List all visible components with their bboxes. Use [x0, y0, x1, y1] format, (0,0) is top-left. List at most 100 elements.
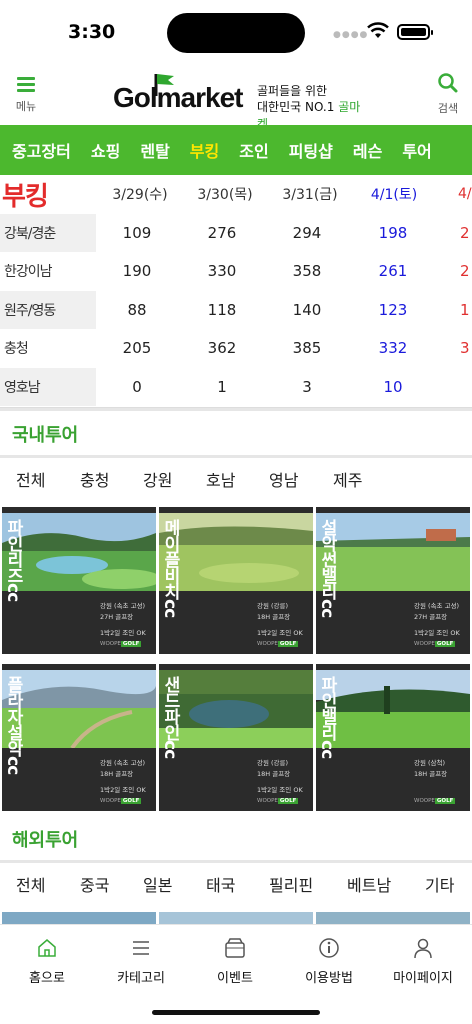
booking-count[interactable]: 362: [182, 339, 262, 357]
tab-etc[interactable]: 기타: [425, 872, 454, 896]
booking-count[interactable]: 261: [353, 262, 433, 280]
tab-all[interactable]: 전체: [16, 872, 45, 896]
tab-china[interactable]: 중국: [80, 872, 109, 896]
booking-count[interactable]: 88: [97, 301, 177, 319]
person-icon: [414, 938, 432, 959]
tab-vietnam[interactable]: 베트남: [347, 872, 391, 896]
booking-count[interactable]: 3: [267, 378, 347, 396]
tab-thailand[interactable]: 태국: [206, 872, 235, 896]
tab-all[interactable]: 전체: [16, 467, 45, 491]
status-bar: 3:30 ●●●●: [0, 0, 472, 66]
nav-label: 이용방법: [305, 971, 353, 986]
booking-count[interactable]: 385: [267, 339, 347, 357]
nav-home[interactable]: 홈으로: [2, 935, 92, 986]
region-name: 강북/경춘: [0, 213, 96, 252]
booking-count[interactable]: 358: [267, 262, 347, 280]
tab-jeju[interactable]: 제주: [333, 467, 362, 491]
tab-japan[interactable]: 일본: [143, 872, 172, 896]
booking-count[interactable]: 190: [97, 262, 177, 280]
date-header[interactable]: 3/30(목): [185, 184, 265, 204]
category-shopping[interactable]: 쇼핑: [91, 138, 120, 162]
tab-philippines[interactable]: 필리핀: [269, 872, 313, 896]
tab-chungcheong[interactable]: 충청: [80, 467, 109, 491]
tour-card[interactable]: 파인밸리cc 강원 (삼척) 18H 골프장 WOOPE GOLF: [316, 664, 470, 811]
menu-label: 메뉴: [15, 100, 37, 113]
booking-count[interactable]: 3: [460, 339, 472, 357]
signal-icon: ●●●●: [333, 30, 369, 40]
booking-row[interactable]: 원주/영동 88 118 140 123 1: [0, 290, 472, 329]
tour-card[interactable]: 샌드파인cc 강원 (강릉) 18H 골프장 1박2일 조인 OK WOOPE GO…: [159, 664, 313, 811]
category-tour[interactable]: 투어: [402, 138, 431, 162]
course-name: 파인리즈cc: [3, 519, 23, 602]
nav-my-page[interactable]: 마이페이지: [378, 935, 468, 986]
booking-count[interactable]: 294: [267, 224, 347, 242]
booking-count[interactable]: 0: [97, 378, 177, 396]
nav-event[interactable]: 이벤트: [190, 935, 280, 986]
tab-gangwon[interactable]: 강원: [143, 467, 172, 491]
date-header[interactable]: 4/: [438, 186, 472, 202]
booking-count[interactable]: 1: [460, 301, 472, 319]
woope-golf-logo: WOOPE GOLF: [257, 641, 299, 647]
woope-golf-logo: WOOPE GOLF: [100, 641, 142, 647]
nav-how-to-use[interactable]: 이용방법: [284, 935, 374, 986]
woope-golf-logo: WOOPE GOLF: [100, 798, 142, 804]
nav-category[interactable]: 카테고리: [96, 935, 186, 986]
course-name: 파인밸리cc: [317, 676, 337, 759]
tab-honam[interactable]: 호남: [206, 467, 235, 491]
overseas-card-peek[interactable]: [316, 912, 470, 924]
booking-count[interactable]: 330: [182, 262, 262, 280]
booking-table: 부킹 3/29(수) 3/30(목) 3/31(금) 4/1(토) 4/ 강북/…: [0, 175, 472, 408]
search-button[interactable]: 검색: [432, 72, 464, 116]
category-used-market[interactable]: 중고장터: [12, 138, 71, 162]
date-header[interactable]: 4/1(토): [354, 184, 434, 204]
booking-row[interactable]: 한강이남 190 330 358 261 2: [0, 252, 472, 291]
overseas-card-peek[interactable]: [2, 912, 156, 924]
tour-card[interactable]: 설악썬밸리cc 강원 (속초 고성) 27H 골프장 1박2일 조인 OK WOO…: [316, 507, 470, 654]
menu-button[interactable]: 메뉴: [10, 74, 42, 114]
region-name: 충청: [4, 341, 29, 358]
booking-header-row: 부킹 3/29(수) 3/30(목) 3/31(금) 4/1(토) 4/: [0, 175, 472, 214]
booking-count[interactable]: 2: [460, 224, 472, 242]
category-fitting-shop[interactable]: 피팅샵: [289, 138, 333, 162]
category-lesson[interactable]: 레슨: [353, 138, 382, 162]
battery-icon: [397, 24, 433, 40]
booking-count[interactable]: 123: [353, 301, 433, 319]
booking-count[interactable]: 205: [97, 339, 177, 357]
course-info: 강원 (강릉) 18H 골프장: [257, 602, 291, 621]
booking-row[interactable]: 강북/경춘 109 276 294 198 2: [0, 213, 472, 252]
booking-row[interactable]: 충청 205 362 385 332 3: [0, 329, 472, 368]
tour-card[interactable]: 메이플비치cc 강원 (강릉) 18H 골프장 1박2일 조인 OK WOOPE G…: [159, 507, 313, 654]
tour-card[interactable]: 플라자설악cc 강원 (속초 고성) 18H 골프장 1박2일 조인 OK WOO…: [2, 664, 156, 811]
booking-count[interactable]: 109: [97, 224, 177, 242]
booking-count[interactable]: 198: [353, 224, 433, 242]
category-join[interactable]: 조인: [239, 138, 268, 162]
course-info: 강원 (속초 고성) 27H 골프장: [414, 602, 460, 621]
booking-count[interactable]: 10: [353, 378, 433, 396]
category-rental[interactable]: 렌탈: [140, 138, 169, 162]
tour-card[interactable]: 파인리즈cc 강원 (속초 고성) 27H 골프장 1박2일 조인 OK WOOP…: [2, 507, 156, 654]
region-name: 한강이남: [4, 264, 53, 281]
date-header[interactable]: 3/31(금): [270, 184, 350, 204]
booking-count[interactable]: 118: [182, 301, 262, 319]
course-name: 샌드파인cc: [160, 676, 180, 759]
section-divider: [0, 455, 472, 458]
search-label: 검색: [437, 102, 459, 115]
course-note: 1박2일 조인 OK: [257, 629, 303, 637]
tab-yeongnam[interactable]: 영남: [269, 467, 298, 491]
golmarket-logo[interactable]: Golmarket 골퍼들을 위한 대한민국 NO.1 골마켓: [113, 72, 363, 131]
booking-count[interactable]: 276: [182, 224, 262, 242]
booking-count[interactable]: 140: [267, 301, 347, 319]
logo-tagline-1: 골퍼들을 위한: [257, 84, 328, 98]
booking-row[interactable]: 영호남 0 1 3 10: [0, 367, 472, 406]
region-name: 영호남: [0, 367, 96, 406]
date-header[interactable]: 3/29(수): [100, 184, 180, 204]
nav-label: 홈으로: [29, 971, 65, 986]
info-icon: [319, 938, 339, 958]
home-indicator[interactable]: [152, 1010, 320, 1015]
booking-count[interactable]: 2: [460, 262, 472, 280]
category-booking[interactable]: 부킹: [190, 138, 219, 162]
booking-count[interactable]: 332: [353, 339, 433, 357]
booking-count[interactable]: 1: [182, 378, 262, 396]
domestic-tour-tabs: 전체 충청 강원 호남 영남 제주: [0, 459, 472, 499]
overseas-card-peek[interactable]: [159, 912, 313, 924]
